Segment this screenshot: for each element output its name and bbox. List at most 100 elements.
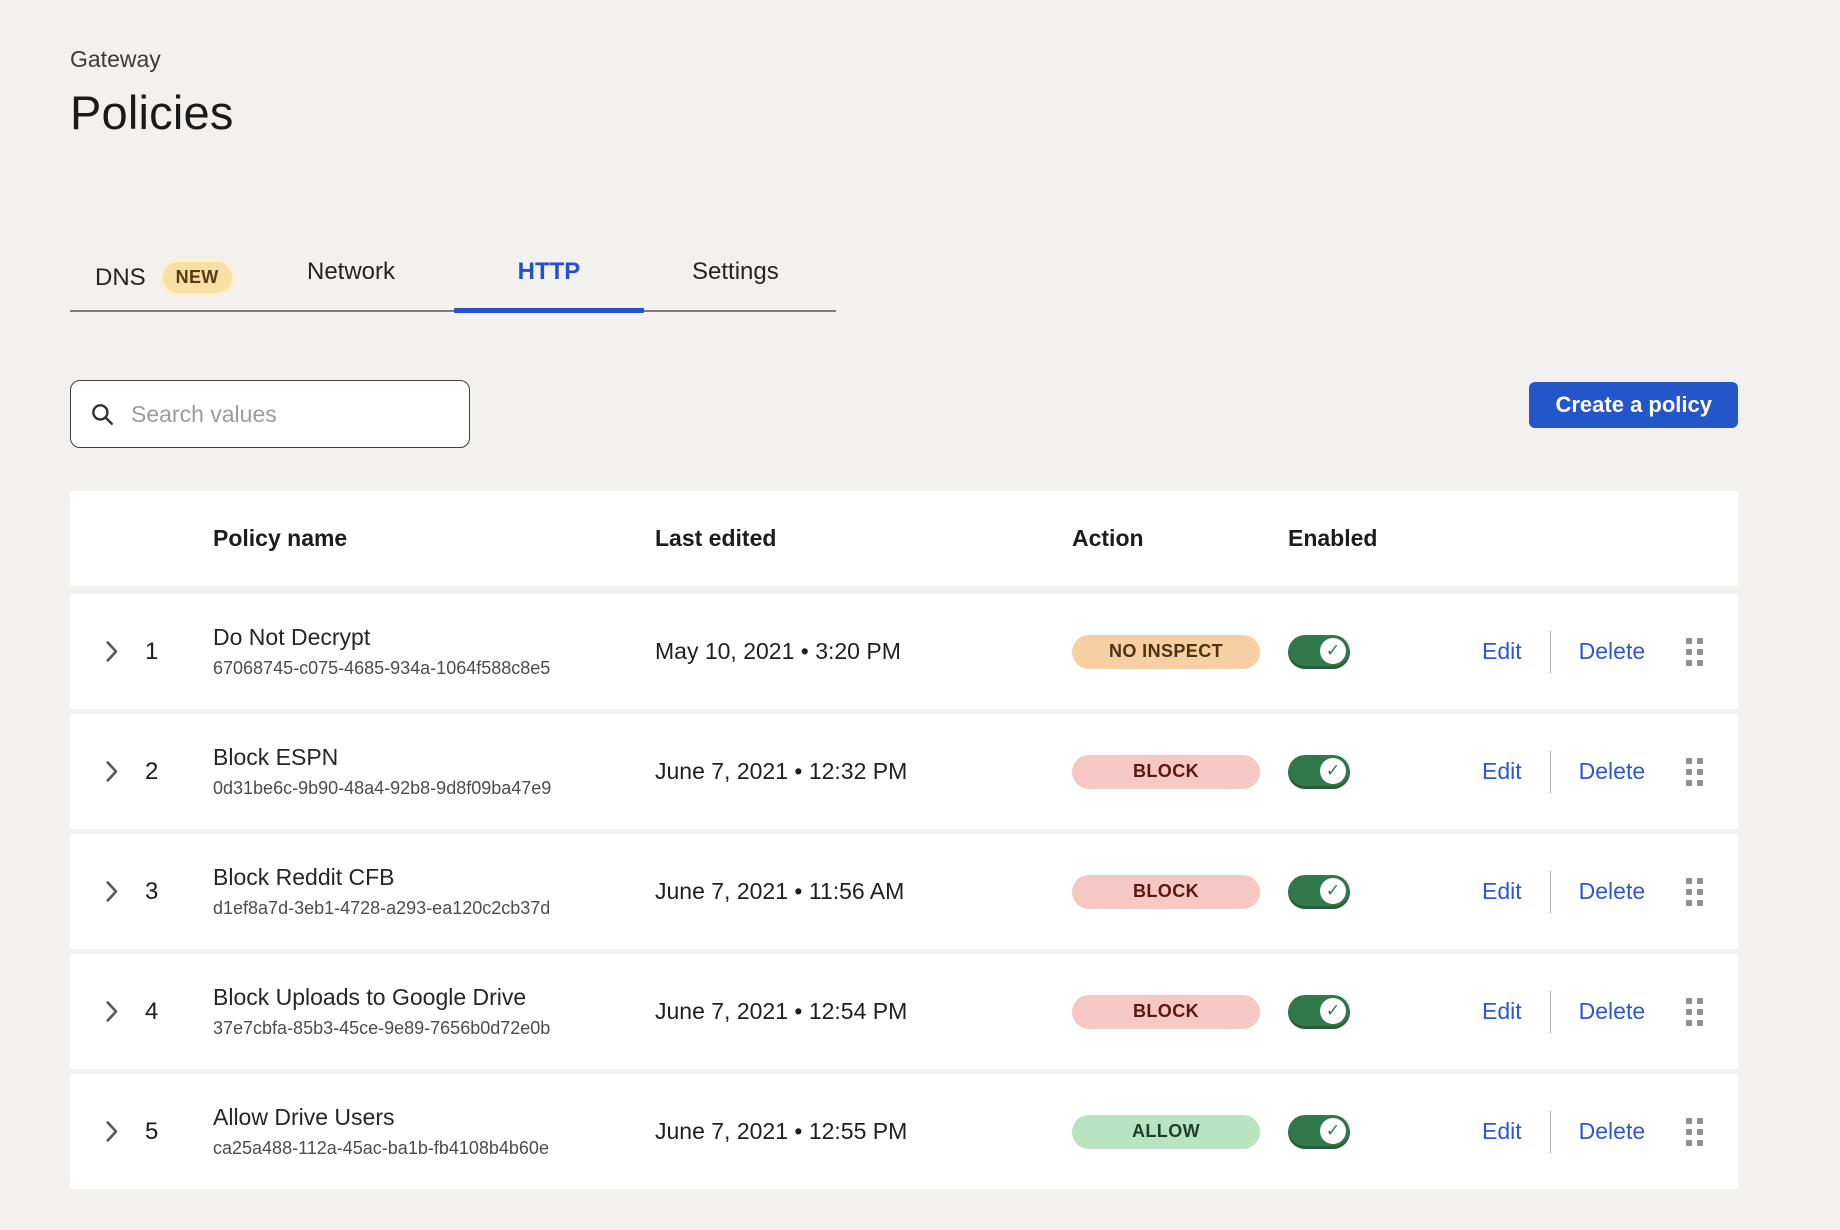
table-body: 1 Do Not Decrypt 67068745-c075-4685-934a… bbox=[70, 594, 1738, 1189]
policies-table: Policy name Last edited Action Enabled 1… bbox=[70, 491, 1738, 1189]
tab-http-label: HTTP bbox=[518, 258, 581, 286]
action-badge: NO INSPECT bbox=[1072, 635, 1260, 669]
search-icon bbox=[89, 401, 115, 427]
edit-link[interactable]: Edit bbox=[1482, 878, 1522, 905]
policy-id: d1ef8a7d-3eb1-4728-a293-ea120c2cb37d bbox=[213, 898, 655, 919]
action-cell: BLOCK bbox=[1072, 755, 1288, 789]
policy-name-cell: Allow Drive Users ca25a488-112a-45ac-ba1… bbox=[213, 1104, 655, 1159]
chevron-right-icon bbox=[105, 1001, 118, 1022]
enabled-toggle[interactable]: ✓ bbox=[1288, 875, 1350, 909]
policy-name-cell: Do Not Decrypt 67068745-c075-4685-934a-1… bbox=[213, 624, 655, 679]
policy-name: Allow Drive Users bbox=[213, 1104, 655, 1131]
enabled-cell: ✓ bbox=[1288, 875, 1482, 909]
policy-id: 37e7cbfa-85b3-45ce-9e89-7656b0d72e0b bbox=[213, 1018, 655, 1039]
delete-link[interactable]: Delete bbox=[1579, 878, 1645, 905]
column-action: Action bbox=[1072, 525, 1288, 552]
enabled-toggle[interactable]: ✓ bbox=[1288, 1115, 1350, 1149]
action-cell: NO INSPECT bbox=[1072, 635, 1288, 669]
row-actions: Edit Delete bbox=[1482, 1111, 1703, 1153]
search-input[interactable] bbox=[131, 401, 451, 428]
drag-handle-icon[interactable] bbox=[1686, 878, 1703, 906]
edit-link[interactable]: Edit bbox=[1482, 638, 1522, 665]
tab-dns-label: DNS bbox=[95, 264, 146, 292]
tab-http[interactable]: HTTP bbox=[454, 258, 644, 286]
row-actions: Edit Delete bbox=[1482, 631, 1703, 673]
active-tab-underline bbox=[454, 308, 644, 313]
action-cell: BLOCK bbox=[1072, 995, 1288, 1029]
toggle-check-icon: ✓ bbox=[1320, 998, 1346, 1024]
tab-network-label: Network bbox=[307, 258, 395, 286]
action-badge: BLOCK bbox=[1072, 755, 1260, 789]
drag-handle-icon[interactable] bbox=[1686, 998, 1703, 1026]
action-divider bbox=[1550, 871, 1551, 913]
policy-name: Do Not Decrypt bbox=[213, 624, 655, 651]
expand-row-button[interactable] bbox=[105, 880, 129, 904]
table-row: 5 Allow Drive Users ca25a488-112a-45ac-b… bbox=[70, 1074, 1738, 1189]
enabled-cell: ✓ bbox=[1288, 1115, 1482, 1149]
new-badge: NEW bbox=[159, 258, 236, 297]
row-number: 4 bbox=[145, 998, 213, 1026]
enabled-toggle[interactable]: ✓ bbox=[1288, 635, 1350, 669]
enabled-cell: ✓ bbox=[1288, 755, 1482, 789]
delete-link[interactable]: Delete bbox=[1579, 998, 1645, 1025]
last-edited: June 7, 2021 • 12:55 PM bbox=[655, 1118, 1072, 1145]
policy-id: 0d31be6c-9b90-48a4-92b8-9d8f09ba47e9 bbox=[213, 778, 655, 799]
action-divider bbox=[1550, 1111, 1551, 1153]
expand-row-button[interactable] bbox=[105, 640, 129, 664]
delete-link[interactable]: Delete bbox=[1579, 638, 1645, 665]
column-last-edited: Last edited bbox=[655, 525, 1072, 552]
policy-name-cell: Block ESPN 0d31be6c-9b90-48a4-92b8-9d8f0… bbox=[213, 744, 655, 799]
action-cell: ALLOW bbox=[1072, 1115, 1288, 1149]
drag-handle-icon[interactable] bbox=[1686, 638, 1703, 666]
last-edited: May 10, 2021 • 3:20 PM bbox=[655, 638, 1072, 665]
edit-link[interactable]: Edit bbox=[1482, 998, 1522, 1025]
action-cell: BLOCK bbox=[1072, 875, 1288, 909]
table-row: 4 Block Uploads to Google Drive 37e7cbfa… bbox=[70, 954, 1738, 1069]
row-actions: Edit Delete bbox=[1482, 991, 1703, 1033]
enabled-toggle[interactable]: ✓ bbox=[1288, 755, 1350, 789]
column-enabled: Enabled bbox=[1288, 525, 1482, 552]
toggle-check-icon: ✓ bbox=[1320, 1118, 1346, 1144]
tab-settings[interactable]: Settings bbox=[692, 258, 779, 286]
last-edited: June 7, 2021 • 12:32 PM bbox=[655, 758, 1072, 785]
chevron-right-icon bbox=[105, 761, 118, 782]
policy-id: 67068745-c075-4685-934a-1064f588c8e5 bbox=[213, 658, 655, 679]
drag-handle-icon[interactable] bbox=[1686, 1118, 1703, 1146]
toggle-check-icon: ✓ bbox=[1320, 878, 1346, 904]
breadcrumb: Gateway bbox=[70, 0, 1738, 73]
gateway-policies-page: Gateway Policies DNS NEW Network HTTP Se… bbox=[0, 0, 1840, 1189]
expand-row-button[interactable] bbox=[105, 760, 129, 784]
create-policy-button[interactable]: Create a policy bbox=[1529, 382, 1738, 428]
table-row: 1 Do Not Decrypt 67068745-c075-4685-934a… bbox=[70, 594, 1738, 709]
edit-link[interactable]: Edit bbox=[1482, 1118, 1522, 1145]
expand-row-button[interactable] bbox=[105, 1120, 129, 1144]
policy-name: Block Uploads to Google Drive bbox=[213, 984, 655, 1011]
drag-handle-icon[interactable] bbox=[1686, 758, 1703, 786]
toggle-check-icon: ✓ bbox=[1320, 638, 1346, 664]
action-badge: BLOCK bbox=[1072, 875, 1260, 909]
edit-link[interactable]: Edit bbox=[1482, 758, 1522, 785]
tab-dns[interactable]: DNS NEW bbox=[95, 258, 236, 297]
tab-settings-label: Settings bbox=[692, 258, 779, 286]
policy-id: ca25a488-112a-45ac-ba1b-fb4108b4b60e bbox=[213, 1138, 655, 1159]
action-divider bbox=[1550, 991, 1551, 1033]
delete-link[interactable]: Delete bbox=[1579, 758, 1645, 785]
table-row: 3 Block Reddit CFB d1ef8a7d-3eb1-4728-a2… bbox=[70, 834, 1738, 949]
page-title: Policies bbox=[70, 85, 1738, 140]
row-number: 1 bbox=[145, 638, 213, 666]
enabled-cell: ✓ bbox=[1288, 635, 1482, 669]
toggle-check-icon: ✓ bbox=[1320, 758, 1346, 784]
action-divider bbox=[1550, 631, 1551, 673]
tab-bar: DNS NEW Network HTTP Settings bbox=[70, 252, 836, 312]
delete-link[interactable]: Delete bbox=[1579, 1118, 1645, 1145]
table-header: Policy name Last edited Action Enabled bbox=[70, 491, 1738, 586]
search-box[interactable] bbox=[70, 380, 470, 448]
expand-row-button[interactable] bbox=[105, 1000, 129, 1024]
last-edited: June 7, 2021 • 12:54 PM bbox=[655, 998, 1072, 1025]
action-badge: BLOCK bbox=[1072, 995, 1260, 1029]
column-policy-name: Policy name bbox=[213, 525, 655, 552]
row-number: 2 bbox=[145, 758, 213, 786]
tab-network[interactable]: Network bbox=[307, 258, 395, 286]
row-actions: Edit Delete bbox=[1482, 751, 1703, 793]
enabled-toggle[interactable]: ✓ bbox=[1288, 995, 1350, 1029]
